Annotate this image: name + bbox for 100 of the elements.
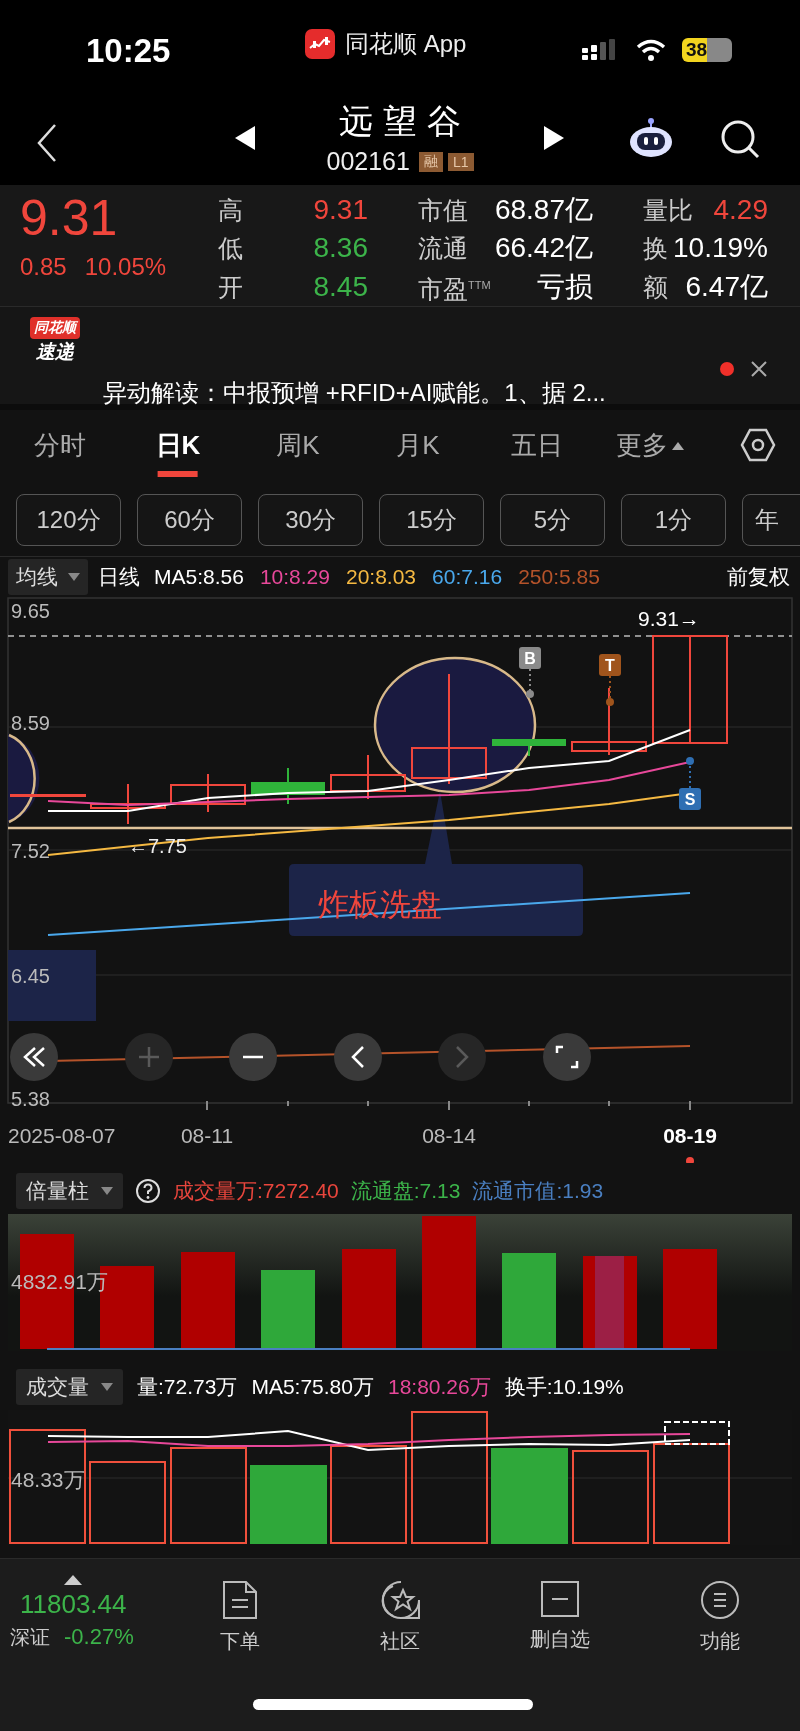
index-change: -0.27% [64, 1624, 134, 1650]
plus-icon [137, 1045, 161, 1069]
interval-button[interactable]: 120分 [16, 494, 121, 546]
ma-value: MA5:8.56 [154, 564, 244, 589]
indicator-value: 成交量万:7272.40 [173, 1178, 339, 1204]
caret-down-icon [68, 572, 80, 581]
ma-value: 250:5.85 [518, 564, 600, 589]
tag: 融 [418, 151, 443, 172]
indicator-dropdown[interactable]: 倍量柱 [16, 1173, 123, 1209]
stat-value: 10.19% [673, 231, 768, 266]
percent-change: 10.05% [84, 253, 167, 281]
interval-button[interactable]: 年 [742, 494, 800, 546]
fullscreen-button[interactable] [543, 1033, 591, 1081]
axis-label: 6.45 [11, 965, 50, 987]
indicator-value: 换手:10.19% [504, 1374, 624, 1400]
document-icon [222, 1580, 258, 1620]
stock-code: 002161 [326, 147, 410, 176]
stat-value: 4.29 [713, 193, 768, 227]
stat-value: 66.42亿 [494, 231, 593, 266]
nav-item[interactable]: 删自选 [495, 1579, 625, 1656]
last-price: 9.31 [20, 189, 119, 247]
caret-down-icon [101, 1187, 113, 1195]
triangle-up-icon [64, 1575, 82, 1585]
interval-button[interactable]: 1分 [621, 494, 726, 546]
clock-time: 10:25 [86, 32, 171, 70]
interval-button[interactable]: 15分 [379, 494, 484, 546]
interval-button[interactable]: 5分 [500, 494, 605, 546]
stat-value: 6.47亿 [685, 269, 768, 304]
indicator-value: 流通市值:1.93 [472, 1178, 604, 1204]
logo-label: 速递 [36, 340, 74, 364]
indicator-dropdown[interactable]: 成交量 [16, 1369, 123, 1405]
robot-assistant-icon[interactable] [628, 117, 674, 159]
indicator-value: MA5:75.80万 [251, 1374, 374, 1400]
date-label: 08-19 [663, 1124, 717, 1147]
period-tab[interactable]: 月K [394, 424, 442, 477]
stat-label: 高 [218, 195, 243, 226]
axis-label: 7.52 [11, 840, 50, 862]
settings-icon[interactable] [740, 427, 776, 463]
wifi-icon [636, 39, 666, 61]
interval-button[interactable]: 30分 [258, 494, 363, 546]
news-headline[interactable]: 异动解读：中报预增 +RFID+AI赋能。1、据 2... [103, 377, 606, 409]
battery-level: 38 [682, 38, 732, 62]
app-name: 同花顺 App [345, 29, 467, 59]
period-tab[interactable]: 更多 [614, 424, 686, 477]
stat-label: 市盈$^{TTM}$ [418, 273, 491, 305]
next-stock-icon[interactable] [542, 125, 566, 151]
indicator-dropdown[interactable]: 均线 [8, 558, 88, 595]
ma-value: 60:7.16 [432, 564, 503, 589]
zoom-out-button[interactable] [229, 1033, 277, 1081]
fast-back-button[interactable] [10, 1033, 58, 1081]
close-icon[interactable] [750, 360, 768, 378]
stat-label: 流通 [418, 233, 468, 265]
stat-label: 开 [218, 271, 243, 303]
axis-label: 9.65 [11, 600, 50, 622]
period-label: 日线 [98, 563, 140, 590]
indicator-value: 流通盘:7.13 [350, 1178, 461, 1204]
stat-label: 额 [643, 271, 668, 303]
price-change: 0.85 [20, 253, 67, 281]
nav-item[interactable]: 下单 [175, 1579, 305, 1656]
tag: L1 [447, 152, 474, 171]
date-label: 08-11 [180, 1124, 234, 1147]
stat-value: 亏损 [537, 269, 593, 304]
stat-value: 8.36 [313, 231, 368, 266]
app-logo-icon [305, 29, 335, 59]
chevron-right-icon [456, 1046, 469, 1068]
ma-value: 20:8.03 [345, 564, 417, 589]
last-price-label: 9.31→ [638, 607, 700, 630]
menu-icon [700, 1580, 740, 1620]
period-tab[interactable]: 五日 [509, 424, 565, 477]
help-icon[interactable] [135, 1178, 161, 1204]
expand-icon [555, 1045, 579, 1069]
axis-label: 8.59 [11, 712, 50, 734]
stat-label: 量比 [643, 195, 693, 226]
stat-label: 换 [643, 233, 668, 265]
ma-value: 10:8.29 [259, 564, 330, 589]
axis-label: 5.38 [11, 1088, 50, 1110]
stat-value: 68.87亿 [494, 193, 593, 227]
logo-label: 同花顺 [30, 317, 80, 339]
stat-value: 9.31 [313, 193, 368, 227]
nav-item[interactable]: 社区 [335, 1579, 465, 1656]
back-button[interactable] [334, 1033, 382, 1081]
previous-stock-icon[interactable] [233, 125, 257, 151]
chevron-left-icon [351, 1046, 364, 1068]
adjustment-toggle[interactable]: 前复权 [727, 562, 790, 591]
star-bubble-icon [379, 1580, 421, 1620]
interval-button[interactable]: 60分 [137, 494, 242, 546]
stat-value: 8.45 [313, 269, 368, 304]
index-name: 深证 [10, 1625, 50, 1650]
minus-box-icon [540, 1580, 580, 1618]
period-tab[interactable]: 分时 [32, 424, 88, 477]
search-icon[interactable] [720, 119, 760, 159]
period-tab[interactable]: 周K [274, 424, 322, 477]
back-icon[interactable] [36, 123, 58, 163]
indicator-value: 量:72.73万 [137, 1374, 238, 1400]
date-label: 08-14 [422, 1124, 476, 1147]
caret-up-icon [672, 441, 684, 450]
nav-item[interactable]: 功能 [655, 1579, 785, 1656]
stock-name: 远望谷 [338, 101, 471, 142]
minus-icon [243, 1055, 263, 1059]
caret-down-icon [101, 1383, 113, 1391]
